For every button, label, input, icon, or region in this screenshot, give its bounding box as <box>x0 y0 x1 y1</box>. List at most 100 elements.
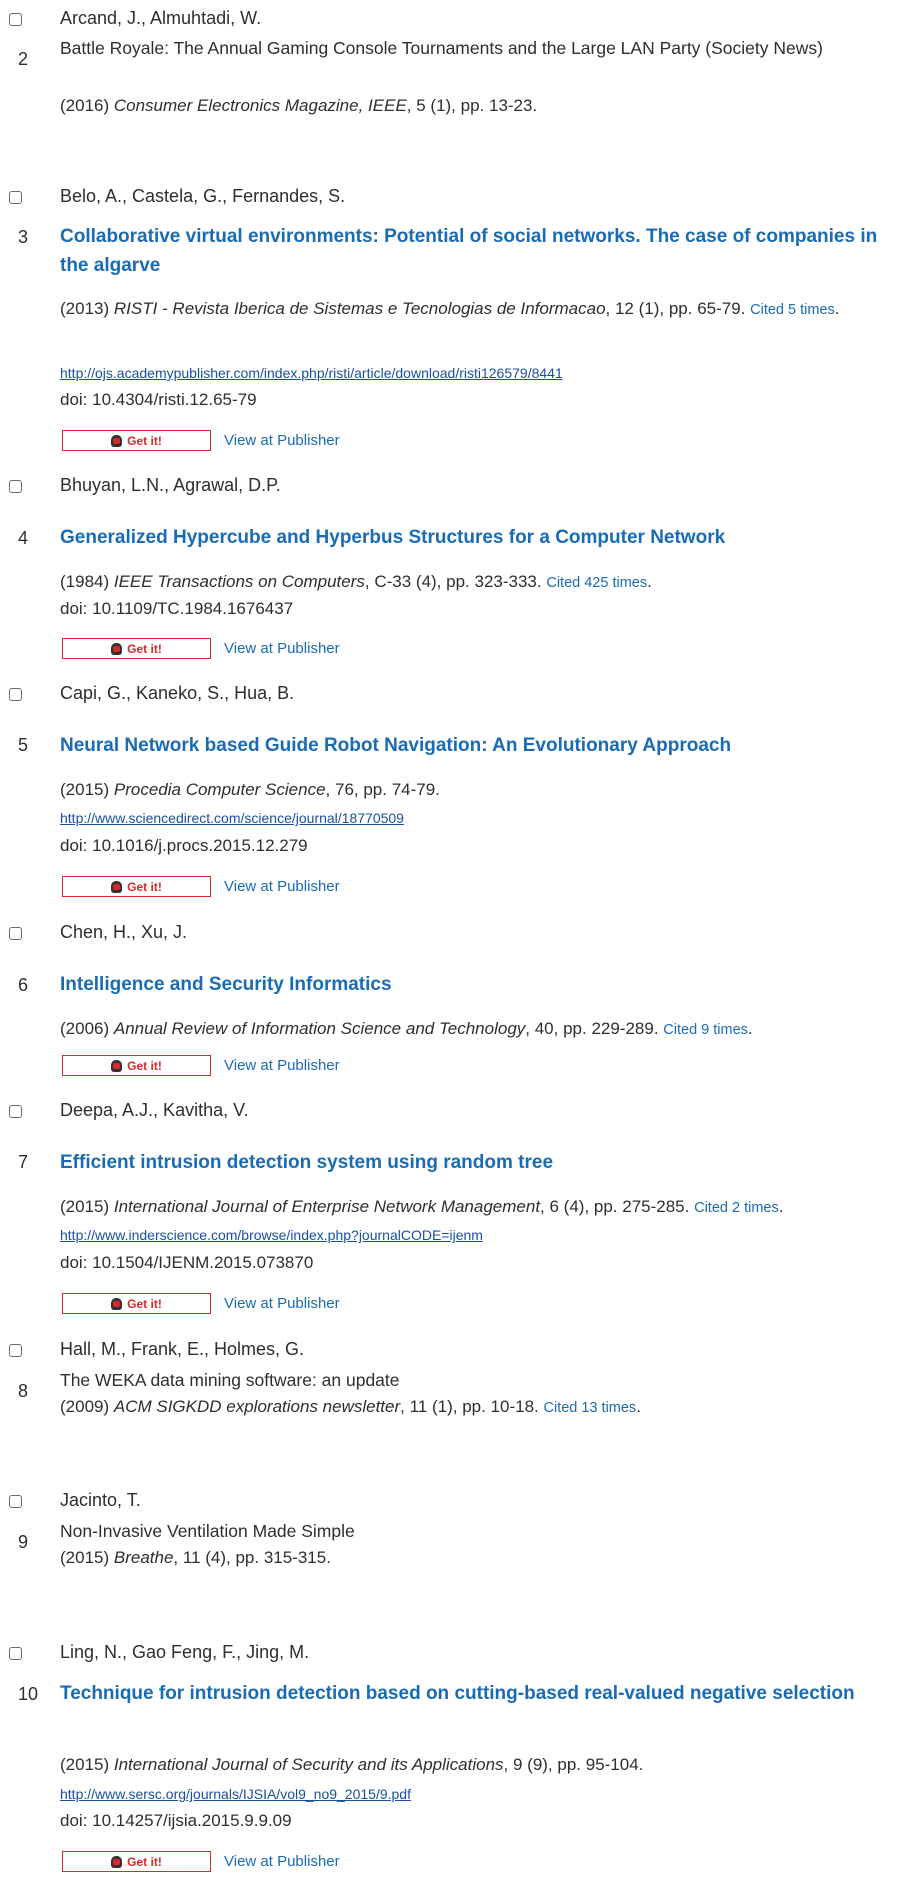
year: (2015) <box>60 1548 110 1567</box>
details: , 6 (4), pp. 275-285. <box>540 1197 690 1216</box>
source: (1984) IEEE Transactions on Computers, C… <box>60 572 652 591</box>
details: , 9 (9), pp. 95-104. <box>503 1755 644 1774</box>
select-checkbox[interactable] <box>9 1344 22 1357</box>
year: (2006) <box>60 1019 110 1038</box>
journal: International Journal of Enterprise Netw… <box>113 1197 541 1216</box>
full-text-url[interactable]: http://www.inderscience.com/browse/index… <box>60 1227 483 1243</box>
ref-title-link[interactable]: Generalized Hypercube and Hyperbus Struc… <box>60 523 886 552</box>
ref-number: 5 <box>18 735 29 755</box>
view-at-publisher-link[interactable]: View at Publisher <box>224 640 340 657</box>
journal: IEEE Transactions on Computers <box>113 572 365 591</box>
year: (2015) <box>60 780 110 799</box>
get-it-label: Get it! <box>127 1058 162 1073</box>
source: (2016) Consumer Electronics Magazine, IE… <box>60 93 896 119</box>
ref-number: 2 <box>18 49 29 69</box>
ref-title-link[interactable]: Collaborative virtual environments: Pote… <box>60 222 886 280</box>
get-it-button[interactable]: Get it! <box>62 876 211 897</box>
doi: doi: 10.14257/ijsia.2015.9.9.09 <box>60 1811 292 1830</box>
get-it-label: Get it! <box>127 433 162 448</box>
doi: doi: 10.4304/risti.12.65-79 <box>60 390 257 409</box>
cited-by-link[interactable]: Cited 5 times <box>750 302 835 318</box>
get-it-label: Get it! <box>127 1854 162 1869</box>
details: , 76, pp. 74-79. <box>325 780 440 799</box>
get-it-button[interactable]: Get it! <box>62 638 211 659</box>
cited-by-link[interactable]: Cited 2 times <box>694 1200 779 1216</box>
select-checkbox[interactable] <box>9 480 22 493</box>
get-it-button[interactable]: Get it! <box>62 1293 211 1314</box>
cited-by-link[interactable]: Cited 425 times <box>546 575 647 591</box>
authors: Hall, M., Frank, E., Holmes, G. <box>60 1339 305 1359</box>
details: , C-33 (4), pp. 323-333. <box>364 572 542 591</box>
ref-number: 8 <box>18 1381 29 1401</box>
ref-number: 3 <box>18 227 29 247</box>
journal: Procedia Computer Science <box>113 780 326 799</box>
ref-title-link[interactable]: Neural Network based Guide Robot Navigat… <box>60 731 886 760</box>
year: (2016) <box>60 96 110 115</box>
year: (2009) <box>60 1397 110 1416</box>
get-it-icon <box>111 1297 123 1310</box>
details: , 11 (1), pp. 10-18. <box>400 1397 539 1416</box>
get-it-icon <box>111 880 123 893</box>
source: (2015) International Journal of Enterpri… <box>60 1197 784 1216</box>
details: , 12 (1), pp. 65-79. <box>605 299 746 318</box>
select-checkbox[interactable] <box>9 1495 22 1508</box>
get-it-icon <box>111 434 123 447</box>
select-checkbox[interactable] <box>9 1105 22 1118</box>
select-checkbox[interactable] <box>9 688 22 701</box>
authors: Deepa, A.J., Kavitha, V. <box>60 1100 249 1120</box>
get-it-label: Get it! <box>127 641 162 656</box>
view-at-publisher-link[interactable]: View at Publisher <box>224 432 340 449</box>
year: (1984) <box>60 572 110 591</box>
journal: Annual Review of Information Science and… <box>113 1019 526 1038</box>
full-text-url[interactable]: http://ojs.academypublisher.com/index.ph… <box>60 365 563 381</box>
authors: Chen, H., Xu, J. <box>60 922 188 942</box>
details: , 11 (4), pp. 315-315. <box>173 1548 331 1567</box>
cited-by-link[interactable]: Cited 13 times <box>544 1400 637 1416</box>
select-checkbox[interactable] <box>9 1647 22 1660</box>
doi: doi: 10.1109/TC.1984.1676437 <box>60 599 294 618</box>
details: , 5 (1), pp. 13-23. <box>406 96 538 115</box>
view-at-publisher-link[interactable]: View at Publisher <box>224 1057 340 1074</box>
get-it-button[interactable]: Get it! <box>62 430 211 451</box>
source: (2015) International Journal of Security… <box>60 1752 896 1778</box>
full-text-url[interactable]: http://www.sciencedirect.com/science/jou… <box>60 810 404 826</box>
source: (2015) Procedia Computer Science, 76, pp… <box>60 777 896 803</box>
get-it-icon <box>111 642 123 655</box>
get-it-button[interactable]: Get it! <box>62 1851 211 1872</box>
authors: Capi, G., Kaneko, S., Hua, B. <box>60 683 295 703</box>
select-checkbox[interactable] <box>9 191 22 204</box>
ref-title: Battle Royale: The Annual Gaming Console… <box>60 38 823 58</box>
source: (2015) Breathe, 11 (4), pp. 315-315. <box>60 1545 896 1571</box>
ref-number: 9 <box>18 1532 29 1552</box>
journal: International Journal of Security and it… <box>113 1755 504 1774</box>
view-at-publisher-link[interactable]: View at Publisher <box>224 1295 340 1312</box>
year: (2015) <box>60 1755 110 1774</box>
journal: Breathe <box>113 1548 174 1567</box>
source: (2013) RISTI - Revista Iberica de Sistem… <box>60 299 840 318</box>
get-it-icon <box>111 1059 123 1072</box>
ref-title-link[interactable]: Efficient intrusion detection system usi… <box>60 1148 886 1177</box>
ref-title-link[interactable]: Technique for intrusion detection based … <box>60 1679 886 1708</box>
journal: ACM SIGKDD explorations newsletter <box>113 1397 401 1416</box>
ref-title-link[interactable]: Intelligence and Security Informatics <box>60 970 886 999</box>
source: (2009) ACM SIGKDD explorations newslette… <box>60 1397 641 1416</box>
view-at-publisher-link[interactable]: View at Publisher <box>224 1853 340 1870</box>
full-text-url[interactable]: http://www.sersc.org/journals/IJSIA/vol9… <box>60 1786 411 1802</box>
get-it-label: Get it! <box>127 879 162 894</box>
authors: Ling, N., Gao Feng, F., Jing, M. <box>60 1642 310 1662</box>
authors: Jacinto, T. <box>60 1490 141 1510</box>
authors: Belo, A., Castela, G., Fernandes, S. <box>60 186 346 206</box>
doi: doi: 10.1016/j.procs.2015.12.279 <box>60 836 308 855</box>
authors: Bhuyan, L.N., Agrawal, D.P. <box>60 475 281 495</box>
source: (2006) Annual Review of Information Scie… <box>60 1019 753 1038</box>
get-it-button[interactable]: Get it! <box>62 1055 211 1076</box>
details: , 40, pp. 229-289. <box>525 1019 659 1038</box>
ref-number: 10 <box>18 1684 39 1704</box>
year: (2015) <box>60 1197 110 1216</box>
select-checkbox[interactable] <box>9 13 22 26</box>
select-checkbox[interactable] <box>9 927 22 940</box>
view-at-publisher-link[interactable]: View at Publisher <box>224 878 340 895</box>
ref-title: The WEKA data mining software: an update <box>60 1370 400 1390</box>
cited-by-link[interactable]: Cited 9 times <box>663 1022 748 1038</box>
year: (2013) <box>60 299 110 318</box>
